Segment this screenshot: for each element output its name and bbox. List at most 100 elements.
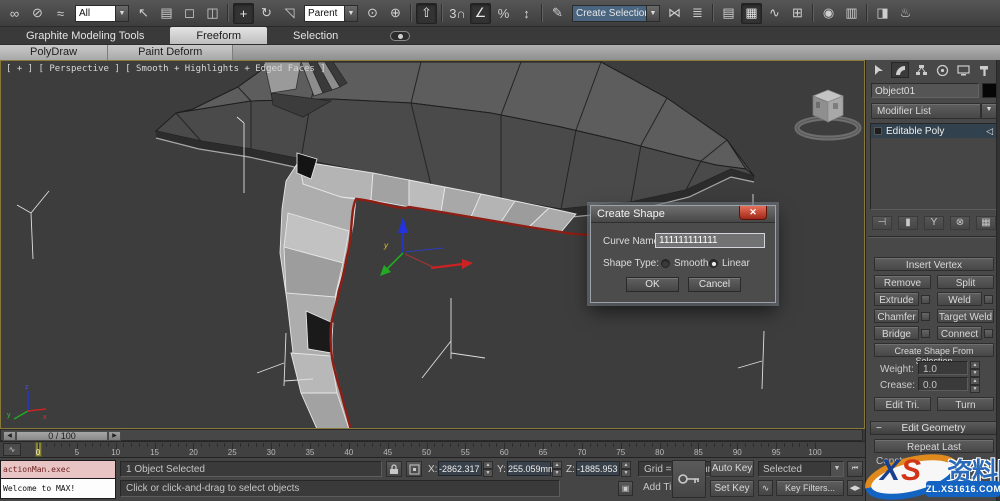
layer-manager-icon[interactable]: ▤ (718, 3, 739, 24)
select-by-name-icon[interactable]: ▤ (156, 3, 177, 24)
track-bar[interactable]: ∿ 0 5 10 15 20 25 30 35 40 45 50 55 60 65 70 75 80 85 90 95… (0, 442, 865, 458)
maxscript-listener-white[interactable]: Welcome to MAX! (0, 479, 116, 499)
maxscript-listener-pink[interactable]: actionMan.exec (0, 460, 116, 479)
previous-frame-icon[interactable]: ◀ (3, 431, 16, 441)
y-coord-spinner[interactable]: ▲ ▼ (552, 461, 562, 477)
chamfer-settings-icon[interactable] (921, 312, 930, 321)
x-coord-spinner[interactable]: ▲ ▼ (483, 461, 493, 477)
show-end-result-icon[interactable]: ▮ (898, 216, 918, 230)
edit-named-selections-icon[interactable]: ✎ (547, 3, 568, 24)
select-and-scale-icon[interactable]: ◹ (279, 3, 300, 24)
modifier-list-arrow-icon[interactable]: ▼ (981, 103, 997, 119)
use-pivot-center-icon[interactable]: ⊙ (362, 3, 383, 24)
make-unique-icon[interactable]: Y (924, 216, 944, 230)
select-object-icon[interactable]: ↖ (133, 3, 154, 24)
tab-graphite-modeling-tools[interactable]: Graphite Modeling Tools (0, 27, 170, 44)
repeat-last-button[interactable]: Repeat Last (874, 439, 994, 453)
render-production-icon[interactable]: ♨ (895, 3, 916, 24)
rectangular-selection-icon[interactable]: ◻ (179, 3, 200, 24)
configure-modifier-sets-icon[interactable]: ▦ (976, 216, 996, 230)
set-key-button[interactable]: Set Key (710, 480, 754, 497)
object-name-field[interactable]: Object01 (871, 83, 979, 98)
key-filters-button[interactable]: Key Filters... (776, 480, 844, 496)
chamfer-button[interactable]: Chamfer (874, 309, 919, 323)
weight-spinner[interactable]: ▲ ▼ (970, 361, 980, 377)
object-color-swatch[interactable] (982, 83, 997, 98)
crease-field[interactable]: 0.0 (918, 377, 968, 391)
time-slider-track[interactable]: ◀ 0 / 100 ▶ (0, 429, 863, 441)
selection-lock-icon[interactable] (386, 461, 402, 477)
dialog-close-icon[interactable]: ✕ (739, 206, 767, 220)
utilities-tab-icon[interactable] (975, 62, 993, 78)
curve-editor-icon[interactable]: ∿ (764, 3, 785, 24)
crease-spinner[interactable]: ▲ ▼ (970, 377, 980, 393)
target-weld-button[interactable]: Target Weld (937, 309, 994, 323)
display-tab-icon[interactable] (954, 62, 972, 78)
y-coord-field[interactable]: 255.059mm (507, 461, 556, 476)
tab-paint-deform[interactable]: Paint Deform (108, 45, 234, 60)
ok-button[interactable]: OK (626, 277, 679, 292)
weld-settings-icon[interactable] (984, 295, 993, 304)
next-frame-icon[interactable]: ▶ (108, 431, 121, 441)
edit-tri-button[interactable]: Edit Tri. (874, 397, 931, 411)
edit-geometry-rollout[interactable]: − Edit Geometry (870, 421, 997, 435)
bridge-settings-icon[interactable] (921, 329, 930, 338)
key-set-dropdown[interactable]: Selected ▼ (758, 461, 844, 477)
motion-tab-icon[interactable] (933, 62, 951, 78)
align-icon[interactable]: ≣ (687, 3, 708, 24)
ribbon-toggle-icon[interactable]: ▦ (741, 2, 762, 24)
transform-gizmo[interactable]: y (380, 217, 473, 276)
tab-selection[interactable]: Selection (267, 27, 364, 44)
named-selection-set-dropdown[interactable]: Create Selection Se▼ (572, 4, 660, 22)
absolute-mode-icon[interactable] (406, 461, 422, 477)
percent-snap-icon[interactable]: % (493, 3, 514, 24)
selection-filter-dropdown-arrow-icon[interactable]: ▼ (115, 5, 128, 21)
weight-field[interactable]: 1.0 (918, 361, 968, 375)
linear-radio-label[interactable]: Linear (722, 258, 750, 269)
ribbon-minimize-icon[interactable] (390, 31, 411, 41)
insert-vertex-button[interactable]: Insert Vertex (874, 257, 994, 271)
create-tab-icon[interactable] (870, 62, 888, 78)
key-mode-icon[interactable]: ◀▶ (847, 480, 863, 496)
connect-button[interactable]: Connect (937, 326, 982, 340)
z-coord-field[interactable]: -1885.953 (576, 461, 620, 476)
unlink-selection-icon[interactable]: ⊘ (27, 3, 48, 24)
key-tangent-icon[interactable]: ∿ (758, 480, 773, 496)
smooth-radio-label[interactable]: Smooth (674, 258, 708, 269)
remove-button[interactable]: Remove (874, 275, 931, 289)
keyboard-override-icon[interactable]: ⇧ (416, 2, 437, 24)
linear-radio[interactable] (709, 259, 718, 268)
extrude-button[interactable]: Extrude (874, 292, 919, 306)
connect-settings-icon[interactable] (984, 329, 993, 338)
schematic-view-icon[interactable]: ⊞ (787, 3, 808, 24)
hierarchy-tab-icon[interactable] (912, 62, 930, 78)
modifier-list-dropdown[interactable]: Modifier List (871, 103, 981, 119)
stack-item-editable-poly[interactable]: Editable Poly ◁ (871, 124, 996, 138)
turn-button[interactable]: Turn (937, 397, 994, 411)
auto-key-button[interactable]: Auto Key (710, 460, 754, 477)
select-and-rotate-icon[interactable]: ↻ (256, 3, 277, 24)
smooth-radio[interactable] (661, 259, 670, 268)
modify-tab-icon[interactable] (891, 62, 909, 78)
weld-button[interactable]: Weld (937, 292, 982, 306)
reference-coordinate-dropdown-arrow-icon[interactable]: ▼ (344, 5, 357, 21)
viewcube[interactable] (794, 89, 862, 141)
rendered-frame-icon[interactable]: ◨ (872, 3, 893, 24)
time-slider-handle[interactable]: ◀ 0 / 100 ▶ (3, 431, 121, 441)
select-and-manipulate-icon[interactable]: ⊕ (385, 3, 406, 24)
panel-scrollbar[interactable] (996, 60, 1000, 501)
time-slider-value[interactable]: 0 / 100 (16, 431, 108, 441)
material-editor-icon[interactable]: ◉ (818, 3, 839, 24)
mirror-icon[interactable]: ⋈ (664, 3, 685, 24)
curve-name-input[interactable]: 111111111111 (655, 233, 765, 248)
z-coord-spinner[interactable]: ▲ ▼ (621, 461, 631, 477)
viewport-label[interactable]: [ + ] [ Perspective ] [ Smooth + Highlig… (6, 64, 326, 74)
cancel-button[interactable]: Cancel (688, 277, 741, 292)
split-button[interactable]: Split (937, 275, 994, 289)
angle-snap-icon[interactable]: ∠ (470, 2, 491, 24)
tab-freeform[interactable]: Freeform (170, 27, 268, 44)
select-and-link-icon[interactable]: ∞ (4, 3, 25, 24)
spinner-snap-icon[interactable]: ↕ (516, 3, 537, 24)
mini-curve-editor-icon[interactable]: ∿ (3, 443, 21, 456)
create-shape-from-selection-button[interactable]: Create Shape From Selection (874, 343, 994, 366)
